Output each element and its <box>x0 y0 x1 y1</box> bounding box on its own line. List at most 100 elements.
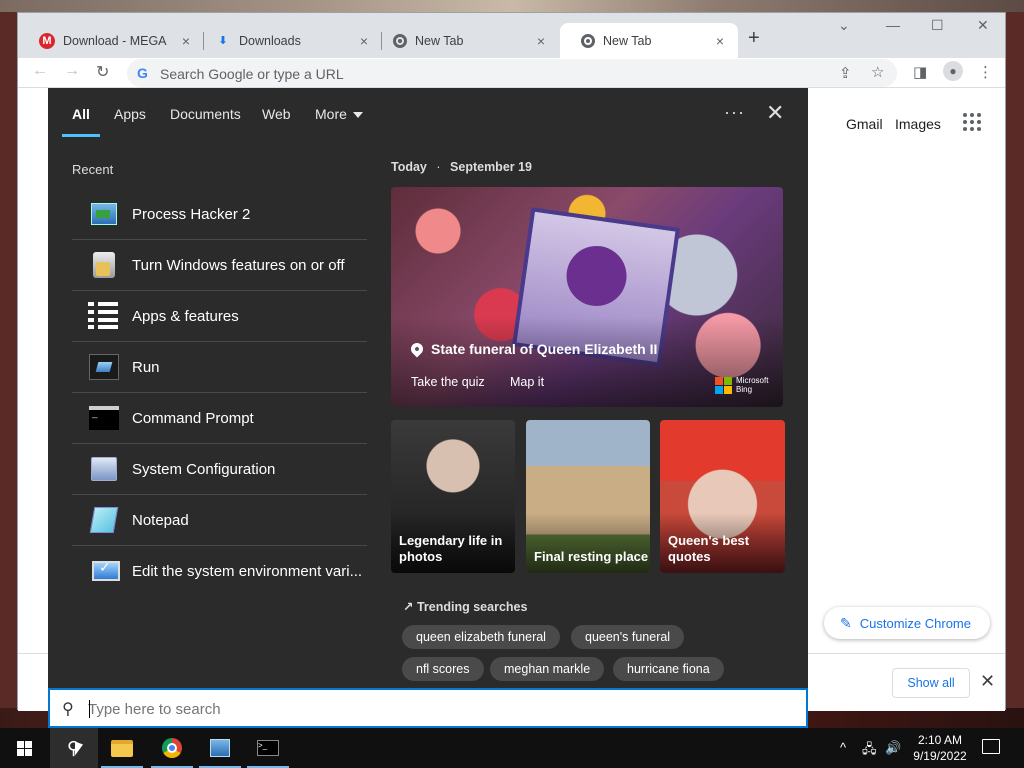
customize-chrome-button[interactable]: ✎ Customize Chrome <box>824 607 990 639</box>
taskbar-search-box[interactable]: ⚲ <box>48 688 808 728</box>
hero-title[interactable]: State funeral of Queen Elizabeth II <box>408 340 658 358</box>
desktop-wallpaper <box>0 0 1024 12</box>
run-icon <box>88 352 120 382</box>
windows-logo-icon <box>16 740 32 756</box>
menu-kebab-icon[interactable]: ⋮ <box>978 63 993 81</box>
process-hacker-icon <box>88 199 120 229</box>
take-quiz-link[interactable]: Take the quiz <box>411 375 485 389</box>
process-hacker-taskbar-button[interactable] <box>196 728 244 768</box>
tab-more-label: More <box>315 106 347 122</box>
card-final-resting-place[interactable]: Final resting place <box>526 420 650 573</box>
tab-title: New Tab <box>415 33 464 48</box>
chrome-icon <box>162 738 182 758</box>
recent-item-label: Process Hacker 2 <box>132 205 251 223</box>
tab-search-icon[interactable]: ⌄ <box>838 17 850 34</box>
recent-item-environment-variables[interactable]: Edit the system environment vari... <box>72 546 367 597</box>
windows-search-flyout: All Apps Documents Web More ··· ✕ Recent… <box>48 88 808 688</box>
back-arrow-icon[interactable]: ← <box>32 62 48 80</box>
card-best-quotes[interactable]: Queen's best quotes <box>660 420 785 573</box>
tab-web[interactable]: Web <box>262 106 291 122</box>
recent-item-system-configuration[interactable]: System Configuration <box>72 444 367 495</box>
omnibox[interactable]: G Search Google or type a URL ⇪ ☆ <box>127 59 897 87</box>
close-tab-icon[interactable]: × <box>356 33 372 49</box>
terminal-taskbar-button[interactable]: >_ <box>244 728 292 768</box>
tab-new-tab-active[interactable]: New Tab × <box>560 23 738 58</box>
forward-arrow-icon[interactable]: → <box>64 62 80 80</box>
recent-item-label: Notepad <box>132 511 189 529</box>
chrome-icon <box>393 33 407 48</box>
gmail-link[interactable]: Gmail <box>846 116 883 132</box>
process-hacker-icon <box>210 739 230 757</box>
search-input[interactable] <box>88 696 788 722</box>
trending-chip[interactable]: hurricane fiona <box>613 657 724 681</box>
tab-strip: M Download - MEGA × ⬇ Downloads × New Ta… <box>18 13 1005 58</box>
today-separator: · <box>436 160 441 174</box>
recent-item-label: Edit the system environment vari... <box>132 563 363 580</box>
tab-apps[interactable]: Apps <box>114 106 146 122</box>
network-icon[interactable]: 🖧 <box>862 740 877 762</box>
search-filter-tabs: All Apps Documents Web More ··· ✕ <box>48 88 808 138</box>
close-download-bar-icon[interactable]: ✕ <box>980 671 995 692</box>
environment-variables-icon <box>88 557 120 587</box>
tab-all[interactable]: All <box>72 106 90 122</box>
more-options-icon[interactable]: ··· <box>724 102 745 123</box>
new-tab-button[interactable]: + <box>748 27 760 50</box>
recent-item-run[interactable]: Run <box>72 342 367 393</box>
hero-title-text: State funeral of Queen Elizabeth II <box>431 341 658 357</box>
maximize-icon[interactable]: ☐ <box>931 17 944 34</box>
images-link[interactable]: Images <box>895 116 941 132</box>
trending-chip[interactable]: queen elizabeth funeral <box>402 625 560 649</box>
share-icon[interactable]: ⇪ <box>839 64 852 82</box>
minimize-icon[interactable]: — <box>886 17 900 33</box>
tab-more[interactable]: More <box>315 106 363 122</box>
tab-download-mega[interactable]: M Download - MEGA × <box>18 23 204 58</box>
notification-center-icon[interactable] <box>982 739 1000 754</box>
volume-icon[interactable]: 🔊 <box>885 740 901 756</box>
reload-icon[interactable]: ↻ <box>96 62 109 82</box>
file-explorer-button[interactable] <box>98 728 146 768</box>
omnibox-placeholder: Search Google or type a URL <box>160 66 344 82</box>
trending-arrow-icon: ↗ <box>403 600 414 614</box>
tab-new-tab[interactable]: New Tab × <box>372 23 559 58</box>
close-tab-icon[interactable]: × <box>712 33 728 49</box>
search-button[interactable]: ⚲ <box>50 728 98 768</box>
show-hidden-icons-chevron-icon[interactable]: ^ <box>840 740 846 755</box>
recent-item-label: System Configuration <box>132 460 276 478</box>
notepad-icon <box>88 505 120 535</box>
recent-item-apps-features[interactable]: Apps & features <box>72 291 367 342</box>
profile-avatar-icon[interactable]: ● <box>943 61 963 81</box>
text-caret <box>89 700 90 718</box>
close-tab-icon[interactable]: × <box>533 33 549 49</box>
system-clock[interactable]: 2:10 AM 9/19/2022 <box>908 732 972 764</box>
tab-downloads[interactable]: ⬇ Downloads × <box>194 23 382 58</box>
hero-card[interactable]: State funeral of Queen Elizabeth II Take… <box>391 187 783 407</box>
close-flyout-icon[interactable]: ✕ <box>766 100 784 126</box>
chrome-taskbar-button[interactable] <box>148 728 196 768</box>
clock-time: 2:10 AM <box>917 733 963 747</box>
trending-chip[interactable]: nfl scores <box>402 657 484 681</box>
map-it-link[interactable]: Map it <box>510 375 544 389</box>
close-window-icon[interactable]: ✕ <box>977 17 989 34</box>
recent-item-command-prompt[interactable]: Command Prompt <box>72 393 367 444</box>
recent-list: Process Hacker 2 Turn Windows features o… <box>72 189 367 597</box>
location-pin-icon <box>408 340 426 358</box>
trending-heading: ↗ Trending searches <box>403 600 528 614</box>
recent-item-windows-features[interactable]: Turn Windows features on or off <box>72 240 367 291</box>
folder-icon <box>111 739 133 757</box>
recent-item-process-hacker[interactable]: Process Hacker 2 <box>72 189 367 240</box>
side-panel-icon[interactable]: ◨ <box>913 63 927 81</box>
tab-documents[interactable]: Documents <box>170 106 241 122</box>
bookmark-star-icon[interactable]: ☆ <box>871 63 884 81</box>
trending-chip[interactable]: queen's funeral <box>571 625 685 649</box>
google-apps-icon[interactable] <box>963 113 981 131</box>
recent-item-notepad[interactable]: Notepad <box>72 495 367 546</box>
browser-toolbar: ← → ↻ G Search Google or type a URL ⇪ ☆ … <box>18 58 1005 88</box>
start-button[interactable] <box>0 728 48 768</box>
recent-item-label: Run <box>132 358 160 376</box>
trending-chip[interactable]: meghan markle <box>490 657 605 681</box>
show-all-button[interactable]: Show all <box>892 668 970 698</box>
close-tab-icon[interactable]: × <box>178 33 194 49</box>
card-legendary-life[interactable]: Legendary life in photos <box>391 420 515 573</box>
chevron-down-icon <box>352 112 363 119</box>
chrome-icon <box>581 33 595 48</box>
